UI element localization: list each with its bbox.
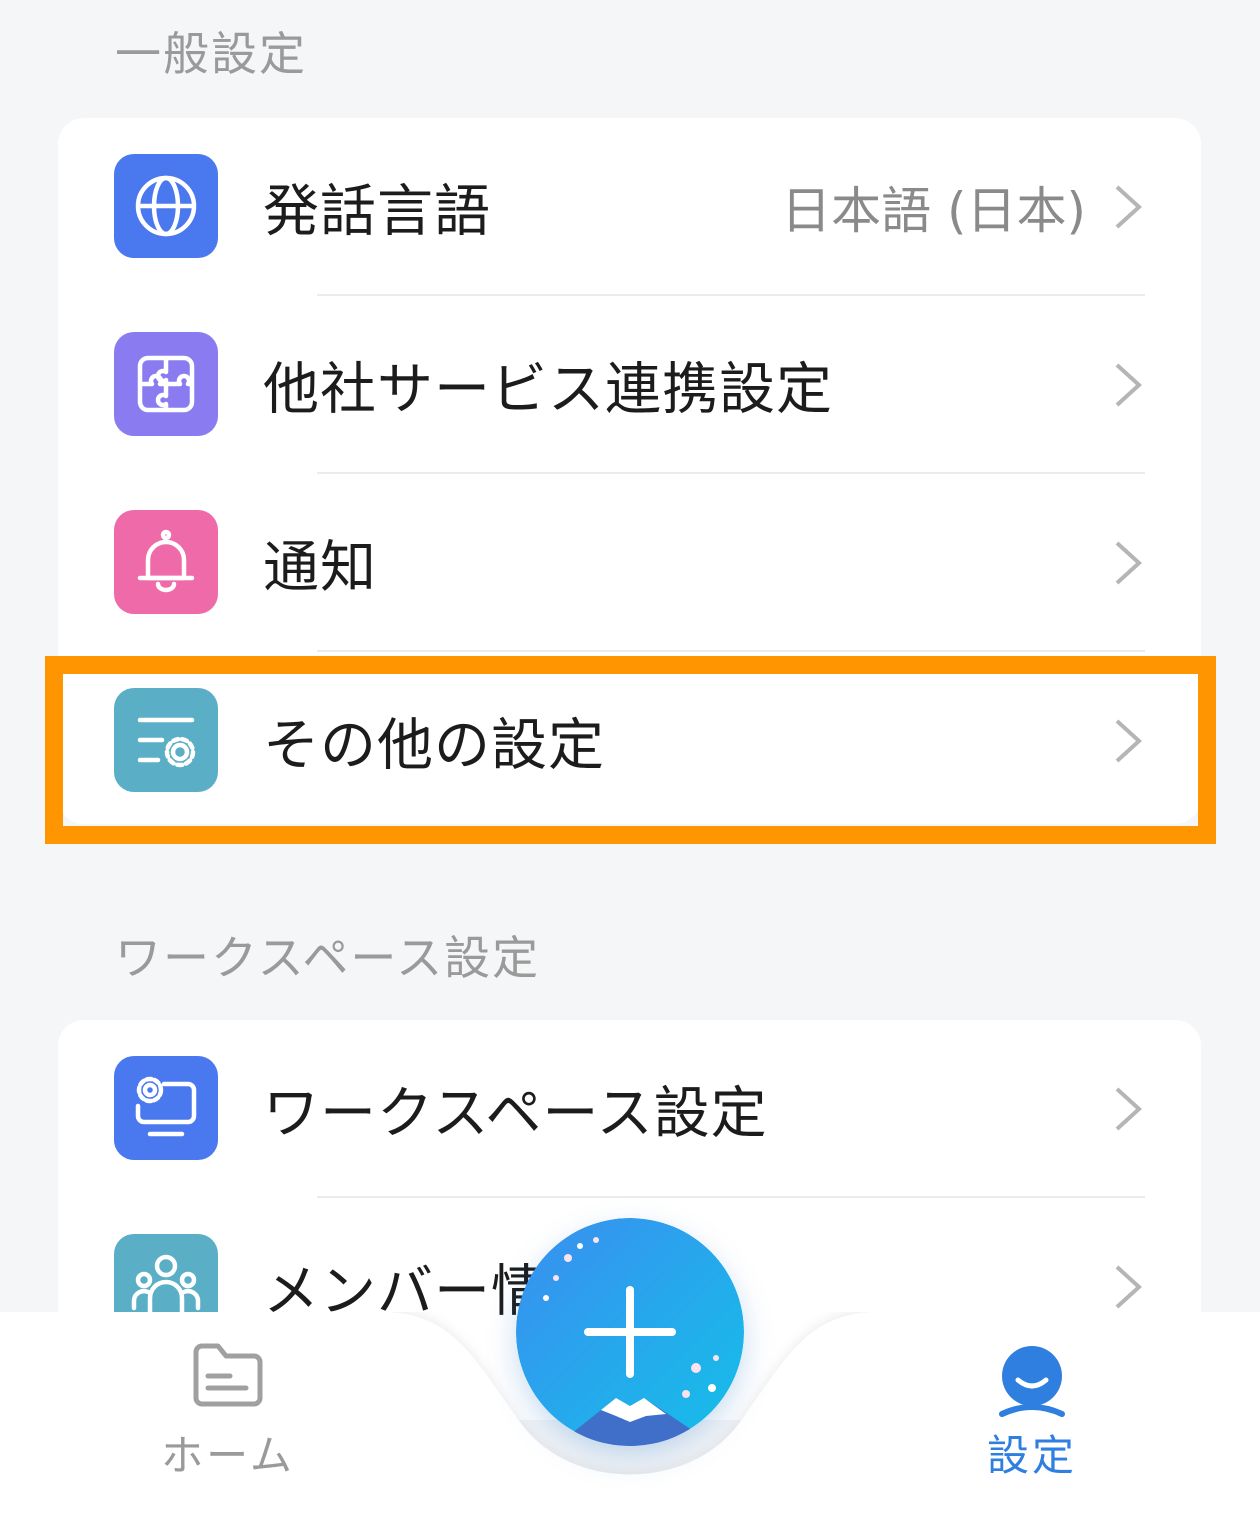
plus-icon	[584, 1286, 676, 1378]
chevron-right-icon	[1115, 1087, 1142, 1131]
section-title-workspace: ワークスペース設定	[115, 931, 541, 985]
chevron-right-icon	[1115, 1265, 1142, 1309]
settings-row-other[interactable]: その他の設定	[58, 652, 1201, 830]
settings-row-integrations[interactable]: 他社サービス連携設定	[58, 296, 1201, 474]
globe-icon	[114, 154, 218, 258]
language-value: 日本語 (日本)	[781, 182, 1086, 240]
settings-row-label: 他社サービス連携設定	[263, 357, 833, 423]
section-title-general: 一般設定	[115, 27, 307, 81]
settings-row-label: 発話言語	[263, 179, 491, 245]
tab-home-label: ホーム	[161, 1431, 295, 1480]
folder-icon	[193, 1343, 263, 1407]
general-settings-card: 発話言語 日本語 (日本) 他社サービス連携設定 通知 その他の設定	[58, 118, 1201, 824]
chevron-right-icon	[1115, 719, 1142, 763]
puzzle-icon	[114, 332, 218, 436]
tab-home[interactable]: ホーム	[128, 1342, 328, 1512]
bell-icon	[114, 510, 218, 614]
chevron-right-icon	[1115, 363, 1142, 407]
tab-settings[interactable]: 設定	[932, 1342, 1132, 1512]
monitor-gear-icon	[114, 1056, 218, 1160]
add-button[interactable]	[516, 1218, 744, 1446]
settings-row-workspace[interactable]: ワークスペース設定	[58, 1020, 1201, 1198]
profile-icon	[999, 1346, 1065, 1417]
settings-row-label: 通知	[263, 535, 377, 601]
chevron-right-icon	[1115, 541, 1142, 585]
tab-settings-label: 設定	[986, 1431, 1077, 1480]
chevron-right-icon	[1115, 185, 1142, 229]
settings-sliders-icon	[114, 688, 218, 792]
settings-row-language[interactable]: 発話言語 日本語 (日本)	[58, 118, 1201, 296]
settings-row-label: その他の設定	[263, 713, 605, 779]
settings-row-label: ワークスペース設定	[263, 1081, 768, 1147]
settings-row-notifications[interactable]: 通知	[58, 474, 1201, 652]
